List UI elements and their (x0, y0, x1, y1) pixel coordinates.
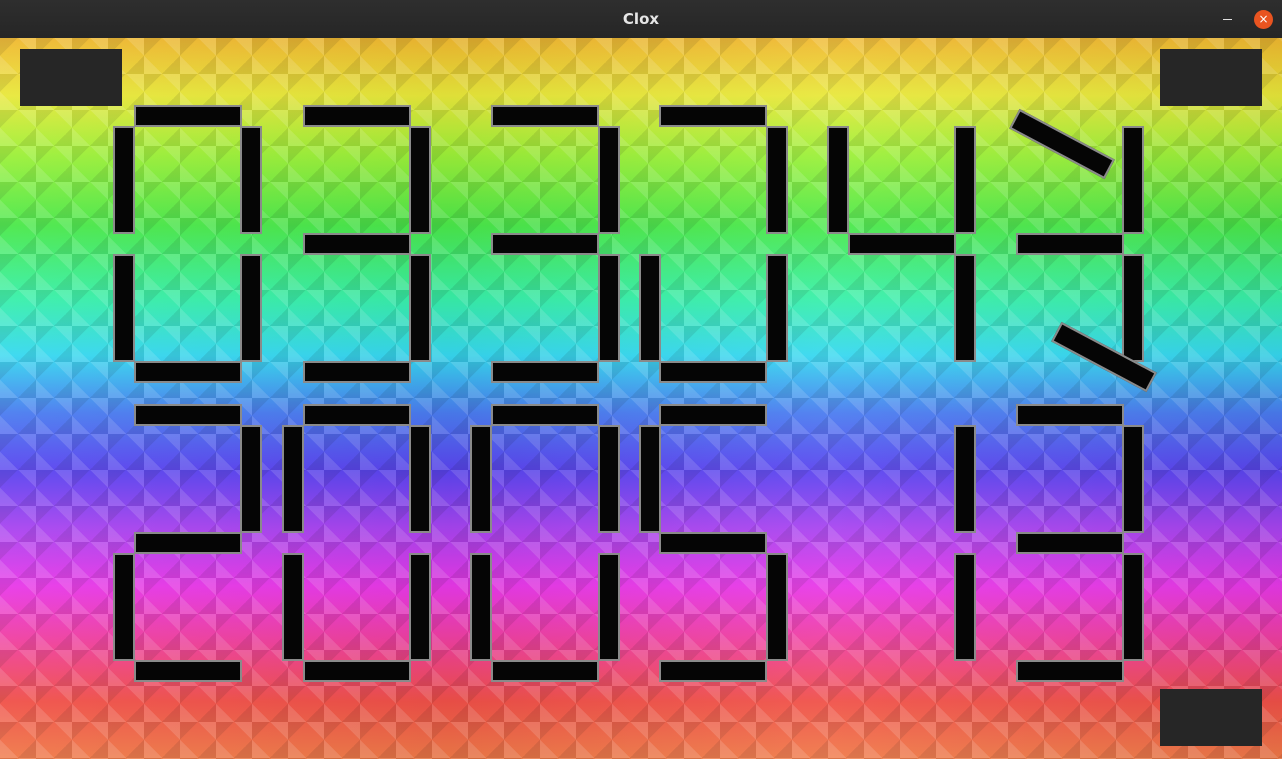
segment (954, 254, 976, 362)
segment (303, 361, 411, 383)
minimize-button[interactable] (1219, 10, 1237, 28)
minimize-icon (1223, 19, 1232, 20)
segment (954, 553, 976, 661)
segment (766, 254, 788, 362)
segment (409, 254, 431, 362)
segment (598, 553, 620, 661)
segment (827, 126, 849, 234)
segment (282, 425, 304, 533)
segment (659, 660, 767, 682)
segment (1016, 660, 1124, 682)
segment (491, 660, 599, 682)
segment (409, 553, 431, 661)
segment (303, 105, 411, 127)
corner-panel-top-right (1160, 49, 1262, 106)
segment (954, 425, 976, 533)
title-bar[interactable]: Clox × (0, 0, 1282, 39)
segment (766, 553, 788, 661)
segment (113, 126, 135, 234)
close-button[interactable]: × (1254, 10, 1273, 29)
segment (303, 233, 411, 255)
segment (134, 404, 242, 426)
segment (240, 254, 262, 362)
segment (491, 404, 599, 426)
segment (134, 105, 242, 127)
segment (954, 126, 976, 234)
segment (1016, 532, 1124, 554)
segment (766, 126, 788, 234)
segment (639, 425, 661, 533)
segment (303, 404, 411, 426)
segment (659, 404, 767, 426)
segment (1122, 553, 1144, 661)
segment (470, 425, 492, 533)
segment (470, 553, 492, 661)
corner-panel-top-left (20, 49, 122, 106)
segment (113, 553, 135, 661)
segment (240, 425, 262, 533)
segment (134, 532, 242, 554)
segment (282, 553, 304, 661)
segment (1009, 108, 1115, 180)
segment (113, 254, 135, 362)
segment (1016, 233, 1124, 255)
segment (240, 126, 262, 234)
segment (659, 105, 767, 127)
segment (134, 361, 242, 383)
segment (1122, 254, 1144, 362)
segment (598, 254, 620, 362)
segment (659, 532, 767, 554)
segment (1122, 425, 1144, 533)
segment (659, 361, 767, 383)
segment (409, 425, 431, 533)
segment (409, 126, 431, 234)
close-icon: × (1258, 12, 1269, 26)
segment (491, 233, 599, 255)
segment (491, 361, 599, 383)
segment (303, 660, 411, 682)
segment (848, 233, 956, 255)
segment (639, 254, 661, 362)
segment (1016, 404, 1124, 426)
segment (598, 425, 620, 533)
window-title: Clox (622, 10, 660, 28)
clock-canvas (0, 38, 1282, 759)
segment (598, 126, 620, 234)
segment (491, 105, 599, 127)
corner-panel-bottom-right (1160, 689, 1262, 746)
segment (134, 660, 242, 682)
segment (1122, 126, 1144, 234)
